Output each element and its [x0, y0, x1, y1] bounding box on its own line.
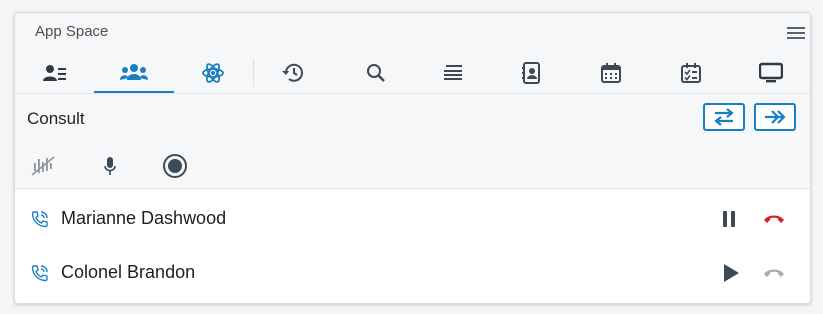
record-control[interactable]: [161, 152, 189, 180]
hold-button[interactable]: [715, 205, 743, 233]
history-icon: [282, 63, 303, 82]
record-icon: [163, 154, 187, 178]
checklist-calendar-icon: [681, 63, 701, 83]
caller-name: Marianne Dashwood: [61, 208, 227, 228]
hangup-button[interactable]: [760, 205, 788, 233]
forward-icon: [765, 110, 786, 124]
hangup-icon: [764, 215, 784, 223]
people-group-icon: [120, 64, 148, 80]
tab-calendar[interactable]: [581, 53, 641, 93]
pause-icon: [723, 211, 735, 227]
search-icon: [367, 64, 385, 82]
forward-button[interactable]: [754, 103, 796, 131]
call-row-active[interactable]: Marianne Dashwood: [15, 191, 810, 245]
atom-icon: [202, 63, 224, 83]
app-space-background: App Space Consult Marianne Dashwood Colo…: [0, 0, 823, 314]
toolbar: [15, 53, 810, 93]
app-title: App Space: [35, 23, 109, 40]
queue-list-icon: [444, 65, 462, 80]
tab-contact[interactable]: [25, 53, 85, 93]
tab-atom[interactable]: [183, 53, 243, 93]
panel-header: App Space: [15, 13, 810, 53]
tab-history[interactable]: [263, 53, 323, 93]
app-space-panel: App Space Consult Marianne Dashwood Colo…: [14, 12, 811, 304]
tab-address-book[interactable]: [501, 53, 561, 93]
microphone-icon: [104, 157, 116, 175]
monitor-icon: [759, 62, 783, 83]
hangup-disabled-icon: [764, 269, 784, 277]
play-icon: [724, 264, 739, 282]
call-row-held[interactable]: Colonel Brandon: [15, 245, 810, 299]
hangup-button-disabled[interactable]: [760, 259, 788, 287]
caller-name: Colonel Brandon: [61, 262, 196, 282]
resume-button[interactable]: [717, 259, 745, 287]
address-book-icon: [522, 62, 540, 84]
toolbar-divider: [253, 59, 254, 87]
tab-team[interactable]: [94, 53, 174, 93]
phone-call-icon: [31, 265, 48, 282]
phone-call-icon: [31, 211, 48, 228]
microphone-control[interactable]: [96, 152, 124, 180]
tab-checklist[interactable]: [661, 53, 721, 93]
consult-section: Consult: [15, 94, 810, 188]
transfer-icon: [714, 108, 734, 126]
tab-queue[interactable]: [423, 53, 483, 93]
audio-muted-icon: [31, 156, 55, 176]
tab-search[interactable]: [346, 53, 406, 93]
tab-monitor[interactable]: [741, 53, 801, 93]
menu-icon[interactable]: [786, 25, 806, 41]
consult-title: Consult: [27, 109, 85, 128]
call-list: Marianne Dashwood Colonel Brandon: [15, 188, 810, 303]
audio-mute-control[interactable]: [29, 152, 57, 180]
contact-card-icon: [43, 65, 66, 81]
transfer-button[interactable]: [703, 103, 745, 131]
calendar-icon: [601, 63, 621, 83]
